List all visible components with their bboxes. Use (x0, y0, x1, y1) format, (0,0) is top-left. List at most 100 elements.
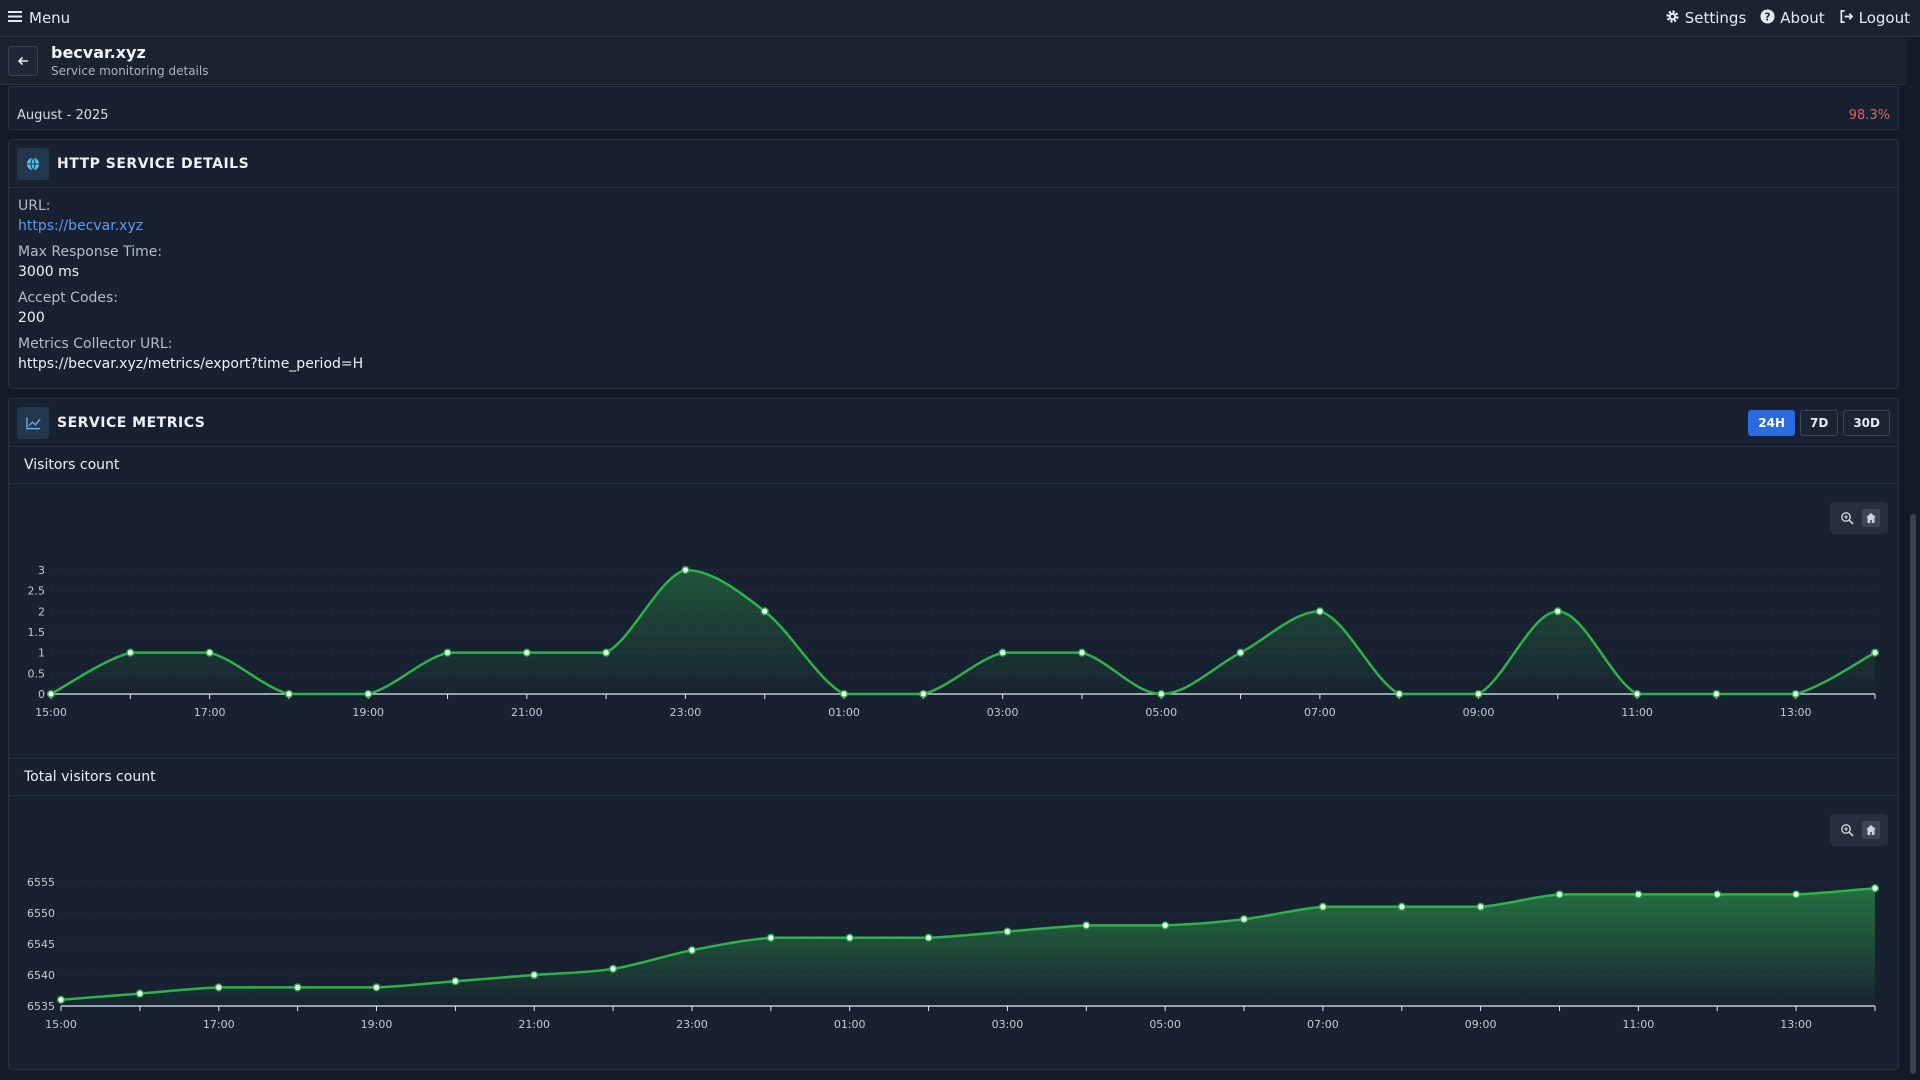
data-point[interactable] (1555, 890, 1564, 899)
period-7d-button[interactable]: 7D (1800, 409, 1839, 436)
data-point[interactable] (1157, 689, 1166, 699)
y-tick-label: 6555 (27, 876, 55, 889)
data-point[interactable] (681, 565, 690, 575)
data-point[interactable] (293, 983, 302, 992)
data-point[interactable] (1236, 648, 1245, 657)
data-point[interactable] (530, 970, 539, 980)
data-point[interactable] (205, 648, 214, 657)
data-point[interactable] (135, 989, 144, 998)
page-title: becvar.xyz (51, 43, 146, 62)
service-metrics-card: SERVICE METRICS 24H 7D 30D Visitors coun… (8, 398, 1899, 1070)
data-point[interactable] (443, 648, 452, 657)
period-30d-button[interactable]: 30D (1843, 409, 1890, 436)
accept-codes-value: 200 (18, 310, 45, 326)
data-point[interactable] (451, 977, 460, 986)
x-tick-label: 01:00 (828, 706, 860, 719)
data-point[interactable] (214, 983, 223, 992)
data-point[interactable] (998, 648, 1007, 657)
data-point[interactable] (1633, 689, 1642, 699)
data-point[interactable] (126, 648, 135, 657)
data-point[interactable] (1003, 927, 1012, 936)
x-tick-label: 07:00 (1307, 1018, 1339, 1031)
data-point[interactable] (1082, 921, 1091, 930)
data-point[interactable] (1161, 921, 1170, 930)
data-point[interactable] (1318, 902, 1327, 911)
svg-text:?: ? (1765, 11, 1771, 23)
data-point[interactable] (1239, 915, 1249, 924)
max-response-value: 3000 ms (18, 264, 80, 280)
settings-link[interactable]: Settings (1665, 9, 1746, 28)
data-point[interactable] (1553, 607, 1562, 616)
data-point[interactable] (845, 933, 854, 942)
x-tick-label: 17:00 (194, 706, 226, 719)
data-point[interactable] (1315, 607, 1324, 616)
data-point[interactable] (919, 689, 928, 699)
x-tick-label: 23:00 (670, 706, 702, 719)
y-tick-label: 6540 (27, 969, 55, 982)
menu-label: Menu (29, 9, 71, 27)
data-point[interactable] (1634, 890, 1643, 899)
logout-link[interactable]: Logout (1839, 9, 1910, 28)
y-tick-label: 6545 (27, 938, 55, 951)
visitors-chart: 0 0.5 1 1.5 2 2.5 3 15:00 17:00 19:00 21:00 23:00 01… (28, 564, 1880, 719)
x-tick-label: 13:00 (1780, 1018, 1812, 1031)
scrollbar[interactable] (1906, 38, 1920, 1080)
metrics-title: SERVICE METRICS (57, 414, 206, 431)
y-tick-label: 6535 (27, 1000, 55, 1013)
y-tick-label: 1.5 (28, 626, 46, 639)
x-tick-label: 15:00 (35, 706, 67, 719)
x-tick-label: 21:00 (511, 706, 543, 719)
data-point[interactable] (1395, 689, 1404, 699)
arrow-left-icon (17, 52, 29, 71)
max-response-label: Max Response Time: (18, 244, 163, 260)
globe-icon (17, 147, 49, 180)
data-point[interactable] (687, 946, 697, 955)
metrics-url-label: Metrics Collector URL: (18, 336, 173, 352)
y-tick-label: 0 (38, 688, 45, 701)
data-point[interactable] (924, 933, 933, 942)
data-point[interactable] (839, 689, 849, 699)
period-24h-button[interactable]: 24H (1748, 409, 1796, 436)
uptime-row: August - 2025 98.3% (8, 86, 1899, 130)
data-point[interactable] (284, 689, 293, 699)
data-point[interactable] (46, 689, 56, 699)
url-link[interactable]: https://becvar.xyz (18, 218, 1889, 234)
data-point[interactable] (364, 689, 373, 699)
data-point[interactable] (56, 995, 66, 1004)
x-tick-label: 21:00 (518, 1018, 550, 1031)
data-point[interactable] (1397, 902, 1406, 911)
chart-line-icon (17, 406, 49, 439)
data-point[interactable] (372, 983, 381, 992)
data-point[interactable] (766, 933, 775, 942)
data-point[interactable] (1870, 648, 1880, 657)
data-point[interactable] (522, 648, 531, 657)
about-link[interactable]: ? About (1760, 8, 1825, 28)
x-tick-label: 01:00 (834, 1018, 866, 1031)
x-tick-label: 11:00 (1623, 1018, 1655, 1031)
data-point[interactable] (1870, 884, 1880, 893)
metrics-url-value: https://becvar.xyz/metrics/export?time_p… (18, 356, 364, 372)
data-point[interactable] (1077, 648, 1087, 657)
data-point[interactable] (1791, 689, 1800, 699)
data-point[interactable] (1476, 902, 1485, 911)
y-tick-label: 0.5 (28, 667, 46, 680)
x-tick-label: 09:00 (1463, 706, 1495, 719)
data-point[interactable] (1474, 689, 1483, 699)
data-point[interactable] (609, 964, 618, 973)
visitors-chart-block: Visitors count 0 0.5 1 1.5 2 2.5 3 15:00 17:00 19… (9, 447, 1898, 758)
data-point[interactable] (1713, 890, 1722, 899)
y-tick-label: 2.5 (28, 585, 46, 598)
x-tick-label: 23:00 (676, 1018, 708, 1031)
question-icon: ? (1760, 8, 1775, 28)
back-button[interactable] (8, 46, 38, 76)
gear-icon (1665, 9, 1680, 28)
menu-button[interactable]: Menu (8, 9, 70, 27)
x-tick-label: 13:00 (1780, 706, 1812, 719)
data-point[interactable] (1712, 689, 1721, 699)
data-point[interactable] (602, 648, 611, 657)
top-bar: Menu Settings ? About Logout (0, 0, 1920, 37)
scrollbar-thumb[interactable] (1910, 514, 1916, 1074)
page-subtitle: Service monitoring details (51, 64, 209, 78)
data-point[interactable] (1792, 890, 1801, 899)
data-point[interactable] (760, 607, 769, 616)
